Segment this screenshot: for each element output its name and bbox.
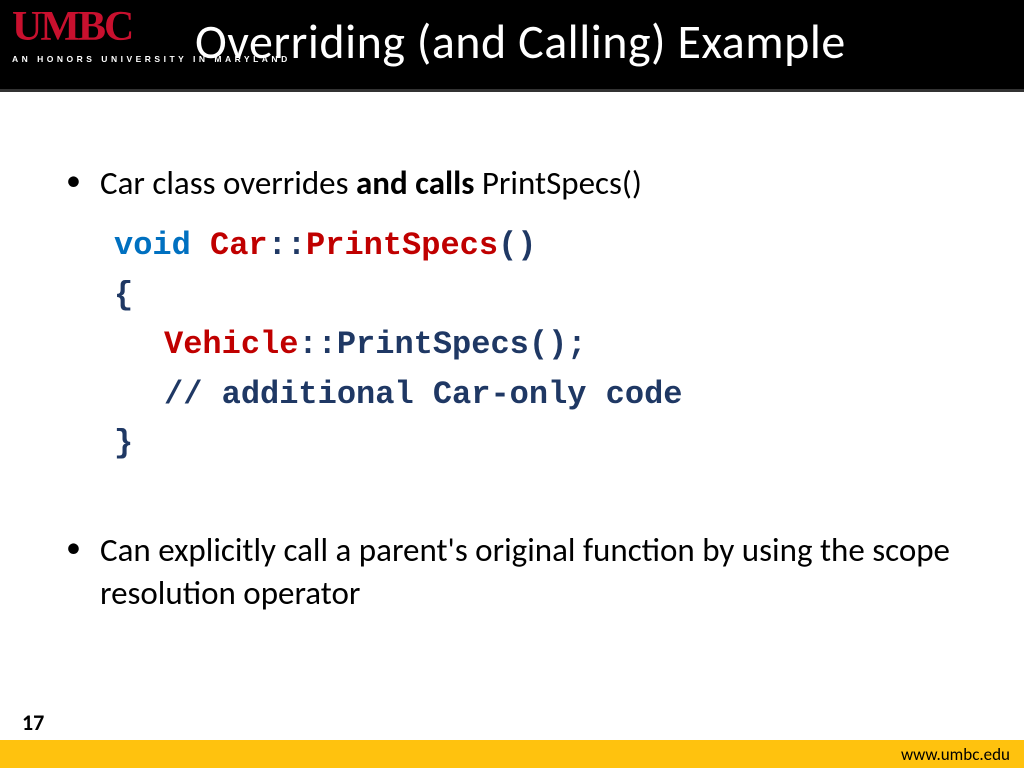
code-line-4: // additional Car-only code — [114, 370, 964, 420]
kw-void: void — [114, 227, 191, 264]
kw-car: Car — [210, 227, 268, 264]
fn-name: PrintSpecs — [306, 227, 498, 264]
header-bar: UMBC AN HONORS UNIVERSITY IN MARYLAND Ov… — [0, 0, 1024, 92]
code-line-5: } — [114, 419, 964, 469]
slide-title: Overriding (and Calling) Example — [195, 12, 846, 71]
bullet-list: Car class overrides and calls PrintSpecs… — [100, 162, 964, 615]
page-number: 17 — [22, 709, 44, 736]
l3-rest: ::PrintSpecs(); — [298, 326, 586, 363]
code-line-1: void Car::PrintSpecs() — [114, 221, 964, 271]
sp — [191, 227, 210, 264]
scope-op: :: — [268, 227, 306, 264]
bullet-2: Can explicitly call a parent's original … — [100, 529, 964, 615]
bullet-1-text: Car class overrides and calls PrintSpecs… — [100, 163, 642, 203]
b1-post: PrintSpecs() — [474, 163, 641, 203]
code-line-3: Vehicle::PrintSpecs(); — [114, 320, 964, 370]
bullet-2-text: Can explicitly call a parent's original … — [100, 530, 950, 613]
content-area: Car class overrides and calls PrintSpecs… — [0, 92, 1024, 768]
b1-bold: and calls — [356, 163, 474, 203]
footer-url: www.umbc.edu — [901, 744, 1010, 765]
slide: UMBC AN HONORS UNIVERSITY IN MARYLAND Ov… — [0, 0, 1024, 768]
footer-bar: www.umbc.edu — [0, 740, 1024, 768]
parens: () — [498, 227, 536, 264]
code-block: void Car::PrintSpecs() { Vehicle::PrintS… — [114, 221, 964, 469]
code-line-2: { — [114, 271, 964, 321]
b1-pre: Car class overrides — [100, 163, 356, 203]
kw-vehicle: Vehicle — [164, 326, 298, 363]
bullet-1: Car class overrides and calls PrintSpecs… — [100, 162, 964, 469]
